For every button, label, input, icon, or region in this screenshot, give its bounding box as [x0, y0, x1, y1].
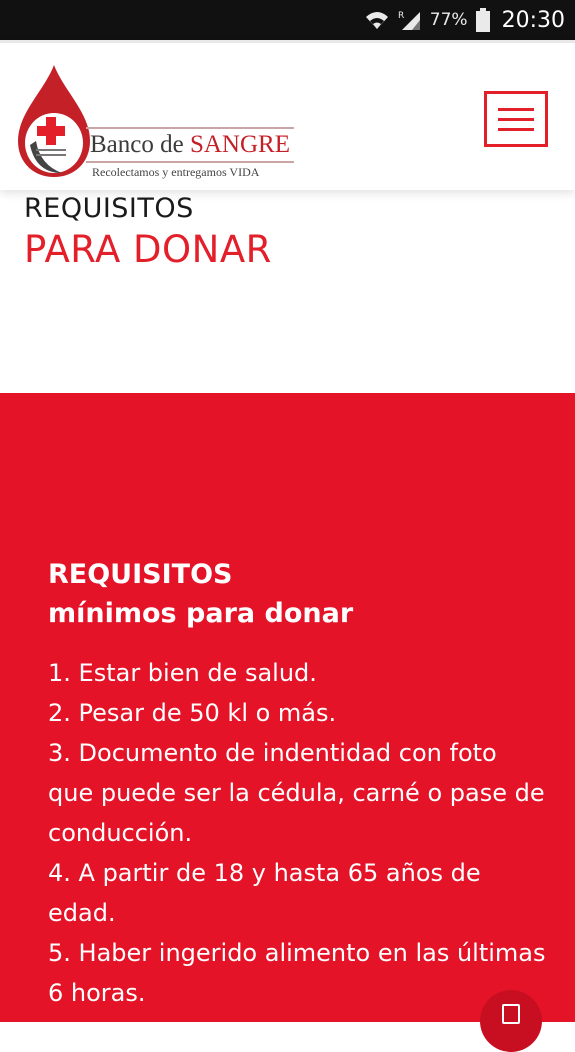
- wifi-icon: [364, 9, 390, 31]
- requirements-section: REQUISITOS mínimos para donar 1. Estar b…: [0, 393, 575, 1052]
- blood-drop-logo-icon: [18, 65, 90, 177]
- requirement-item: 4. A partir de 18 y hasta 65 años de eda…: [48, 859, 481, 927]
- requirements-list: 1. Estar bien de salud. 2. Pesar de 50 k…: [48, 653, 548, 1013]
- logo-bottom-rule: [86, 161, 294, 163]
- logo-top-rule: [86, 127, 294, 129]
- status-bar: R 77% 20:30: [0, 0, 575, 40]
- menu-bar: [498, 117, 534, 121]
- logo-title-prefix: Banco de: [90, 131, 190, 158]
- requirement-item: 2. Pesar de 50 kl o más.: [48, 699, 337, 727]
- banco-de-sangre-logo[interactable]: Banco de SANGRE Recolectamos y entregamo…: [14, 61, 304, 181]
- requirements-heading-line2: mínimos para donar: [48, 598, 354, 629]
- battery-percent: 77%: [429, 10, 468, 30]
- battery-icon: [475, 8, 490, 32]
- page-title-line1: REQUISITOS: [24, 193, 194, 224]
- signal-roaming-label: R: [398, 11, 404, 21]
- menu-bar: [498, 107, 534, 111]
- menu-bar: [498, 127, 534, 131]
- logo-tagline: Recolectamos y entregamos VIDA: [92, 165, 260, 179]
- signal-icon: R: [398, 9, 422, 31]
- requirement-item: 1. Estar bien de salud.: [48, 659, 317, 687]
- hamburger-menu-button[interactable]: [484, 91, 548, 147]
- logo-title: Banco de SANGRE: [90, 131, 290, 159]
- requirement-item: 5. Haber ingerido alimento en las última…: [48, 939, 546, 1007]
- page-title-line2: PARA DONAR: [24, 228, 272, 271]
- site-header: Banco de SANGRE Recolectamos y entregamo…: [0, 40, 575, 190]
- requirement-item: 3. Documento de indentidad con foto que …: [48, 739, 545, 847]
- chat-icon: [502, 1004, 520, 1024]
- requirements-heading: REQUISITOS mínimos para donar: [48, 555, 353, 633]
- logo-title-accent: SANGRE: [189, 131, 290, 158]
- requirements-heading-line1: REQUISITOS: [48, 559, 233, 590]
- status-time: 20:30: [501, 7, 565, 33]
- floating-action-button[interactable]: [480, 990, 542, 1052]
